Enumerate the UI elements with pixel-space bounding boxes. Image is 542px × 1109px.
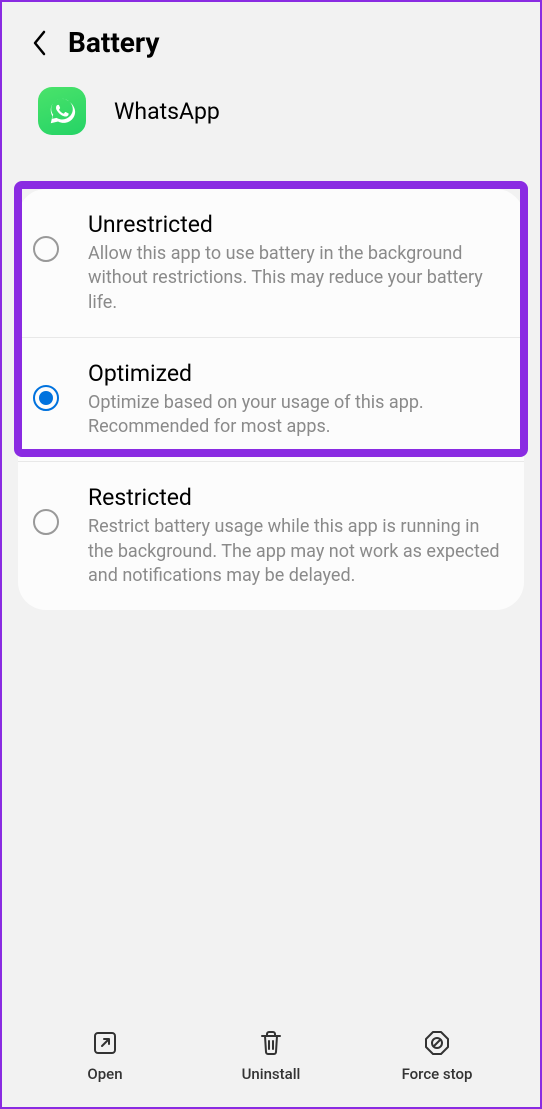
back-button[interactable] <box>30 28 48 58</box>
uninstall-button[interactable]: Uninstall <box>188 1029 354 1083</box>
option-desc: Restrict battery usage while this app is… <box>88 515 502 588</box>
open-icon <box>91 1029 119 1057</box>
open-label: Open <box>87 1065 122 1083</box>
app-info-row: WhatsApp <box>2 75 540 159</box>
option-text: Restricted Restrict battery usage while … <box>80 484 502 588</box>
radio-unrestricted[interactable] <box>30 233 62 265</box>
option-title: Unrestricted <box>88 211 502 238</box>
radio-restricted[interactable] <box>30 506 62 538</box>
force-stop-label: Force stop <box>402 1065 473 1083</box>
option-title: Restricted <box>88 484 502 511</box>
option-desc: Allow this app to use battery in the bac… <box>88 242 502 315</box>
force-stop-button[interactable]: Force stop <box>354 1029 520 1083</box>
force-stop-icon <box>423 1029 451 1057</box>
trash-icon <box>257 1029 285 1057</box>
page-title: Battery <box>68 26 160 59</box>
chevron-left-icon <box>32 30 46 56</box>
option-unrestricted[interactable]: Unrestricted Allow this app to use batte… <box>18 189 524 337</box>
option-title: Optimized <box>88 360 502 387</box>
option-restricted[interactable]: Restricted Restrict battery usage while … <box>18 461 524 610</box>
app-name: WhatsApp <box>114 98 220 125</box>
radio-optimized[interactable] <box>30 382 62 414</box>
header: Battery <box>2 2 540 75</box>
option-desc: Optimize based on your usage of this app… <box>88 391 502 440</box>
battery-options-card: Unrestricted Allow this app to use batte… <box>18 189 524 610</box>
option-optimized[interactable]: Optimized Optimize based on your usage o… <box>18 337 524 462</box>
open-button[interactable]: Open <box>22 1029 188 1083</box>
uninstall-label: Uninstall <box>242 1065 301 1083</box>
bottom-bar: Open Uninstall Force stop <box>2 1013 540 1107</box>
whatsapp-icon <box>38 87 86 135</box>
option-text: Unrestricted Allow this app to use batte… <box>80 211 502 315</box>
option-text: Optimized Optimize based on your usage o… <box>80 360 502 440</box>
